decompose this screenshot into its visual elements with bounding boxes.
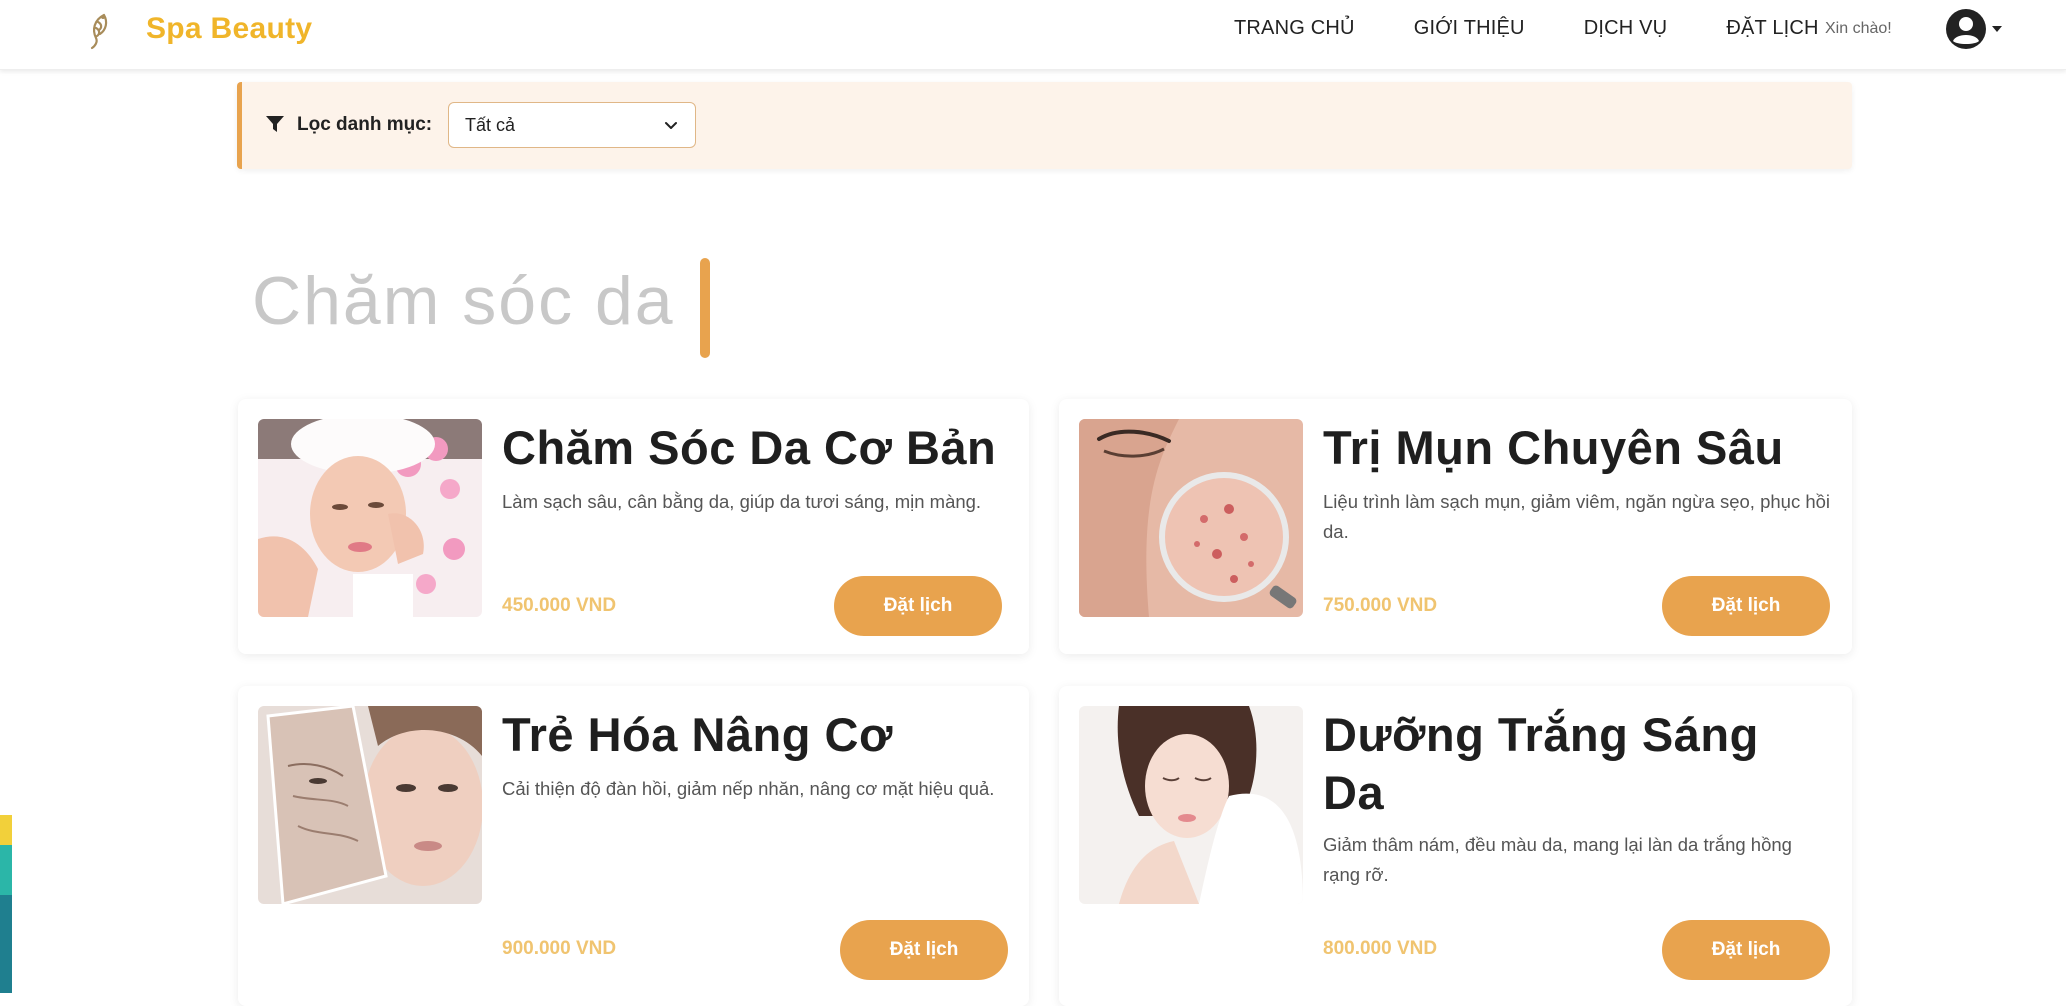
filter-label: Lọc danh mục: xyxy=(297,114,433,135)
caret-down-icon xyxy=(1992,26,2002,32)
service-description: Giảm thâm nám, đều màu da, mang lại làn … xyxy=(1323,834,1792,885)
facial-treatment-photo xyxy=(258,419,482,617)
service-price: 800.000 VND xyxy=(1323,938,1438,959)
service-title: Trẻ Hóa Nâng Cơ xyxy=(502,708,893,761)
service-card: Trị Mụn Chuyên Sâu Liệu trình làm sạch m… xyxy=(1059,399,1852,654)
nav-links: TRANG CHỦ GIỚI THIỆU DỊCH VỤ ĐẶT LỊCH xyxy=(1234,17,1819,40)
service-description: Cải thiện độ đàn hồi, giảm nếp nhăn, nân… xyxy=(502,778,995,799)
category-select[interactable]: Tất cả xyxy=(448,102,696,148)
service-card: Chăm Sóc Da Cơ Bản Làm sạch sâu, cân bằn… xyxy=(238,399,1029,654)
nav-link-about[interactable]: GIỚI THIỆU xyxy=(1414,17,1525,40)
service-description: Liệu trình làm sạch mụn, giảm viêm, ngăn… xyxy=(1323,491,1831,542)
user-menu-toggle[interactable] xyxy=(1945,8,2005,52)
category-filter-bar: Lọc danh mục: Tất cả xyxy=(237,82,1852,169)
service-title: Trị Mụn Chuyên Sâu xyxy=(1323,421,1784,474)
service-price: 750.000 VND xyxy=(1323,595,1438,616)
left-edge-decoration xyxy=(0,815,12,993)
greeting-text: Xin chào! xyxy=(1825,20,1892,37)
whitening-skin-photo xyxy=(1079,706,1303,904)
category-select-value: Tất cả xyxy=(465,115,516,135)
filter-icon xyxy=(266,116,284,132)
anti-aging-face-photo xyxy=(258,706,482,904)
service-price: 900.000 VND xyxy=(502,938,617,959)
section-accent-bar xyxy=(700,258,710,358)
nav-link-services[interactable]: DỊCH VỤ xyxy=(1584,17,1668,40)
service-title: Chăm Sóc Da Cơ Bản xyxy=(502,421,997,474)
service-card: Dưỡng Trắng Sáng Da Giảm thâm nám, đều m… xyxy=(1059,686,1852,1006)
book-button[interactable]: Đặt lịch xyxy=(1662,576,1830,636)
book-button[interactable]: Đặt lịch xyxy=(1662,920,1830,980)
book-button[interactable]: Đặt lịch xyxy=(840,920,1008,980)
navbar: Spa Beauty TRANG CHỦ GIỚI THIỆU DỊCH VỤ … xyxy=(0,0,2066,70)
acne-magnifier-photo xyxy=(1079,419,1303,617)
chevron-down-icon xyxy=(665,122,677,129)
brand-name[interactable]: Spa Beauty xyxy=(146,12,312,46)
feather-logo-icon[interactable] xyxy=(86,12,114,50)
nav-link-booking[interactable]: ĐẶT LỊCH xyxy=(1726,17,1818,40)
service-price: 450.000 VND xyxy=(502,595,617,616)
book-button[interactable]: Đặt lịch xyxy=(834,576,1002,636)
service-card: Trẻ Hóa Nâng Cơ Cải thiện độ đàn hồi, gi… xyxy=(238,686,1029,1006)
service-description: Làm sạch sâu, cân bằng da, giúp da tươi … xyxy=(502,491,982,512)
nav-link-home[interactable]: TRANG CHỦ xyxy=(1234,17,1355,40)
service-title: Dưỡng Trắng Sáng Da xyxy=(1323,708,1759,819)
section-title: Chăm sóc da xyxy=(252,263,675,339)
user-circle-icon xyxy=(1946,9,1986,49)
